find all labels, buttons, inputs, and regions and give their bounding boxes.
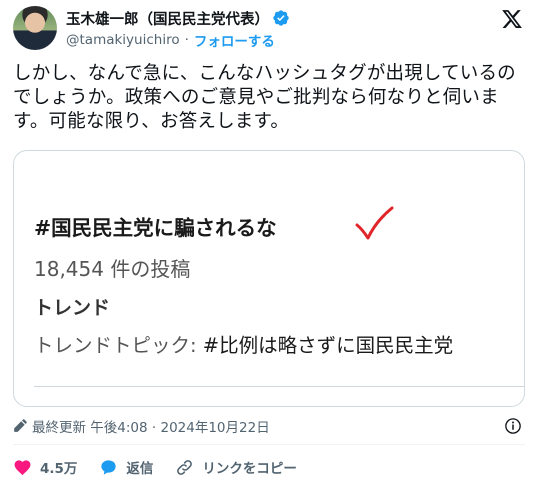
author-handle[interactable]: @tamakiyuichiro xyxy=(66,32,180,48)
copy-link-label: リンクをコピー xyxy=(202,461,297,477)
reply-bubble-icon xyxy=(101,459,117,475)
media-trend-hashtag: #比例は略さずに国民民主党 xyxy=(202,334,454,357)
heart-icon xyxy=(14,459,31,475)
link-icon xyxy=(177,459,193,475)
copy-link-button[interactable]: リンクをコピー xyxy=(175,457,297,477)
media-hashtag-title: #国民民主党に騙されるな xyxy=(34,216,277,240)
reply-button[interactable]: 返信 xyxy=(99,457,153,477)
media-trend-prefix: トレンドトピック: xyxy=(34,334,203,357)
tweet-text: しかし、なんで急に、こんなハッシュタグが出現しているのでしょうか。政策へのご意見… xyxy=(13,63,516,132)
reply-label: 返信 xyxy=(126,461,154,477)
last-updated-row: 最終更新 午後4:08 · 2024年10月22日 xyxy=(13,416,270,436)
avatar[interactable] xyxy=(13,6,57,50)
info-icon[interactable] xyxy=(504,417,522,435)
author-handle-row: @tamakiyuichiro · フォローする xyxy=(66,30,275,50)
red-checkmark-icon xyxy=(355,206,394,240)
media-trend-topic: トレンドトピック: #比例は略さずに国民民主党 xyxy=(34,329,453,358)
like-button[interactable]: 4.5万 xyxy=(13,457,77,477)
like-count: 4.5万 xyxy=(40,461,78,477)
media-trend-label: トレンド xyxy=(34,297,111,319)
action-bar: 4.5万 返信 リンクをコピー xyxy=(13,457,319,477)
author-name-row: 玉木雄一郎（国民民主党代表） xyxy=(66,8,290,28)
x-logo-icon[interactable] xyxy=(500,8,524,30)
media-post-count: 18,454 件の投稿 xyxy=(34,257,191,281)
tweet-media-image[interactable]: #国民民主党に騙されるな 18,454 件の投稿 トレンド トレンドトピック: … xyxy=(13,150,525,407)
handle-separator: · xyxy=(184,32,189,48)
follow-button[interactable]: フォローする xyxy=(194,30,275,50)
divider xyxy=(13,444,525,445)
author-display-name[interactable]: 玉木雄一郎（国民民主党代表） xyxy=(66,8,269,29)
edit-pencil-icon xyxy=(14,419,27,432)
verified-badge-icon xyxy=(273,10,289,26)
last-updated-text[interactable]: 最終更新 午後4:08 · 2024年10月22日 xyxy=(32,416,270,436)
media-divider xyxy=(34,386,524,387)
